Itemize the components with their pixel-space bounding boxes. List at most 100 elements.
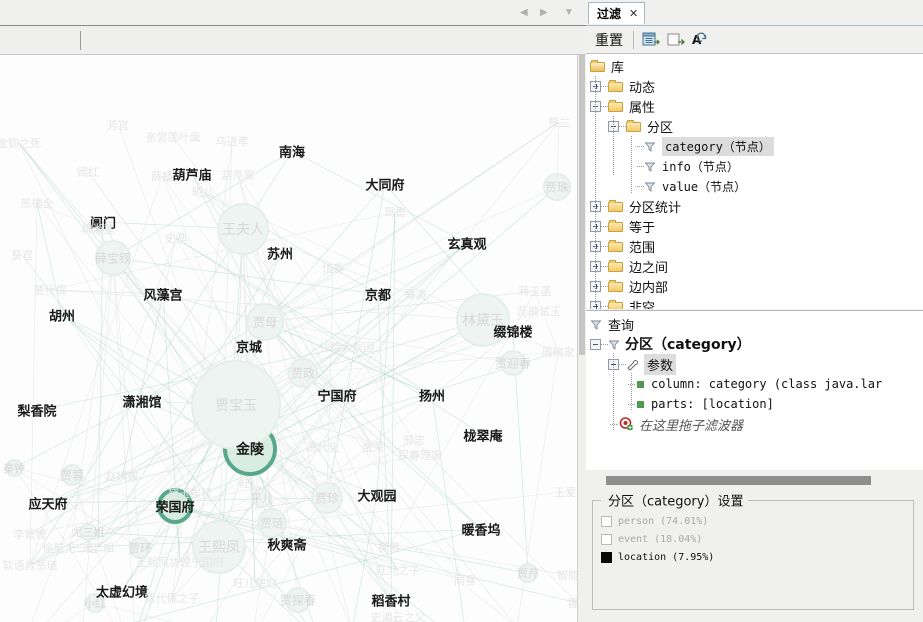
tree-item-属性[interactable]: 属性 xyxy=(590,96,655,116)
nav-forward-icon[interactable]: ▶ xyxy=(540,5,548,21)
tree-guide-dots xyxy=(601,305,608,307)
hscroll-thumb[interactable] xyxy=(606,476,871,485)
tree-guide-dots xyxy=(601,343,608,345)
tab-filter-label: 过滤 xyxy=(597,6,622,21)
graph-node xyxy=(85,593,105,613)
query-params-node[interactable]: 参数 xyxy=(608,353,677,375)
drop-target-icon xyxy=(619,417,633,431)
tree-item-label: category（节点） xyxy=(662,136,774,156)
tree-item-分区[interactable]: 分区 xyxy=(608,116,673,136)
tree-guide-line xyxy=(613,353,614,431)
graph-node xyxy=(500,350,526,376)
legend-row-person[interactable]: person (74.01%) xyxy=(601,516,708,527)
queries-horizontal-scrollbar[interactable] xyxy=(586,470,923,492)
graph-scroll-thumb[interactable] xyxy=(579,55,585,355)
reset-button[interactable]: 重置 xyxy=(591,29,627,51)
tree-guide-dots xyxy=(637,165,644,167)
tree-item-边之间[interactable]: 边之间 xyxy=(590,256,668,276)
tree-guide-line xyxy=(613,116,614,176)
tree-item-边内部[interactable]: 边内部 xyxy=(590,276,668,296)
legend-row-location[interactable]: location (7.95%) xyxy=(601,552,714,563)
legend-color-swatch[interactable] xyxy=(601,534,612,545)
export-icon[interactable] xyxy=(666,30,688,50)
graph-node xyxy=(61,464,83,486)
tree-item-label: 动态 xyxy=(629,80,656,96)
filter-funnel-icon xyxy=(608,338,620,350)
tree-item-动态[interactable]: 动态 xyxy=(590,76,655,96)
graph-top-toolbar xyxy=(0,0,586,26)
tree-item-label: value（节点） xyxy=(662,179,747,194)
query-param-row[interactable]: parts: [location] xyxy=(628,394,774,414)
graph-node xyxy=(192,520,246,574)
graph-vertical-scrollbar[interactable] xyxy=(577,55,586,622)
folder-icon xyxy=(608,240,623,252)
tree-item-范围[interactable]: 范围 xyxy=(590,236,655,256)
legend-label: event (18.04%) xyxy=(618,534,703,545)
filter-queries-panel[interactable]: 查询分区（category） 参数 column: category (class … xyxy=(586,310,923,471)
filter-funnel-icon xyxy=(644,140,656,152)
filter-library-tree[interactable]: 库动态 属性 分区 category（节点） info（节点） value（节点） 分区统计… xyxy=(586,54,923,309)
query-param-text: parts: [location] xyxy=(651,397,774,411)
dock-nav-arrows: ◀ ▶ ▼ xyxy=(520,5,584,21)
folder-icon xyxy=(608,200,623,212)
query-filter-label: 分区（category） xyxy=(625,337,751,353)
tree-item-info-节点-[interactable]: info（节点） xyxy=(626,156,739,176)
tree-guide-line xyxy=(595,76,596,306)
tree-item-等于[interactable]: 等于 xyxy=(590,216,655,236)
subfilter-drop-target[interactable]: 在这里拖子滤波器 xyxy=(610,414,743,434)
filter-funnel-icon xyxy=(590,318,602,330)
tree-guide-dots xyxy=(619,125,626,127)
tree-guide-dots xyxy=(619,363,626,365)
legend-row-event[interactable]: event (18.04%) xyxy=(601,534,702,545)
graph-node xyxy=(252,488,272,508)
query-filter-node[interactable]: 分区（category） xyxy=(590,334,751,354)
tree-item-label: 非空 xyxy=(629,300,656,310)
graph-node xyxy=(543,173,571,201)
toolbar-separator xyxy=(80,31,81,50)
folder-icon xyxy=(608,100,623,112)
settings-group-box: 分区（category）设置 person (74.01%) event (18.… xyxy=(592,490,914,610)
graph-node xyxy=(288,358,318,388)
tree-item-value-节点-[interactable]: value（节点） xyxy=(626,176,746,196)
autoapply-icon[interactable]: A xyxy=(691,30,713,50)
legend-color-swatch[interactable] xyxy=(601,516,612,527)
tree-root-label: 库 xyxy=(611,60,625,76)
filter-funnel-icon xyxy=(644,160,656,172)
folder-icon xyxy=(608,300,623,309)
param-bullet-icon xyxy=(637,400,644,408)
graph-node xyxy=(95,240,131,276)
filter-funnel-icon xyxy=(644,180,656,192)
tree-item-非空[interactable]: 非空 xyxy=(590,296,655,309)
query-param-row[interactable]: column: category (class java.lar xyxy=(628,374,882,394)
tree-guide-line xyxy=(631,373,632,411)
tab-filter[interactable]: 过滤 ✕ xyxy=(588,2,646,24)
graph-workspace: 南海 葫芦庙 大同府 阊门 苏州 玄真观 风藻宫 京都 胡州 缀锦楼 京城 潇湘馆 宁国府 扬州 梨香院 金陵… xyxy=(0,0,586,622)
query-param-text: column: category (class java.lar xyxy=(651,377,883,391)
filter-toolbar: 重置 A xyxy=(586,26,923,54)
graph-node xyxy=(157,488,193,524)
nav-dropdown-icon[interactable]: ▼ xyxy=(564,5,574,21)
legend-color-swatch[interactable] xyxy=(601,552,612,563)
graph-node xyxy=(311,482,343,514)
nav-back-icon[interactable]: ◀ xyxy=(520,5,528,21)
tree-item-label: 边内部 xyxy=(629,280,669,296)
tree-item-category-节点-[interactable]: category（节点） xyxy=(626,136,774,156)
tree-guide-dots xyxy=(601,245,608,247)
close-icon[interactable]: ✕ xyxy=(629,7,638,20)
tree-guide-line xyxy=(631,136,632,194)
graph-secondary-toolbar xyxy=(0,26,586,55)
queries-header-label: 查询 xyxy=(608,318,635,334)
tree-item-分区统计[interactable]: 分区统计 xyxy=(590,196,681,216)
graph-canvas[interactable]: 南海 葫芦庙 大同府 阊门 苏州 玄真观 风藻宫 京都 胡州 缀锦楼 京城 潇湘馆 宁国府 扬州 梨香院 金陵… xyxy=(0,55,578,622)
tree-item-label: 范围 xyxy=(629,240,656,256)
collapse-icon[interactable] xyxy=(590,338,601,350)
group-rule-left xyxy=(593,500,601,501)
folder-icon xyxy=(608,80,623,92)
toolbar-divider xyxy=(633,30,634,49)
tree-root-library[interactable]: 库 xyxy=(590,56,624,76)
tree-guide-dots xyxy=(601,285,608,287)
filter-dock: ◀ ▶ ▼ 过滤 ✕ 重置 A 库 动态 属性 分区 category（节点） … xyxy=(520,0,923,622)
folder-icon xyxy=(608,260,623,272)
graph-node xyxy=(129,537,151,559)
library-icon[interactable] xyxy=(641,30,663,50)
